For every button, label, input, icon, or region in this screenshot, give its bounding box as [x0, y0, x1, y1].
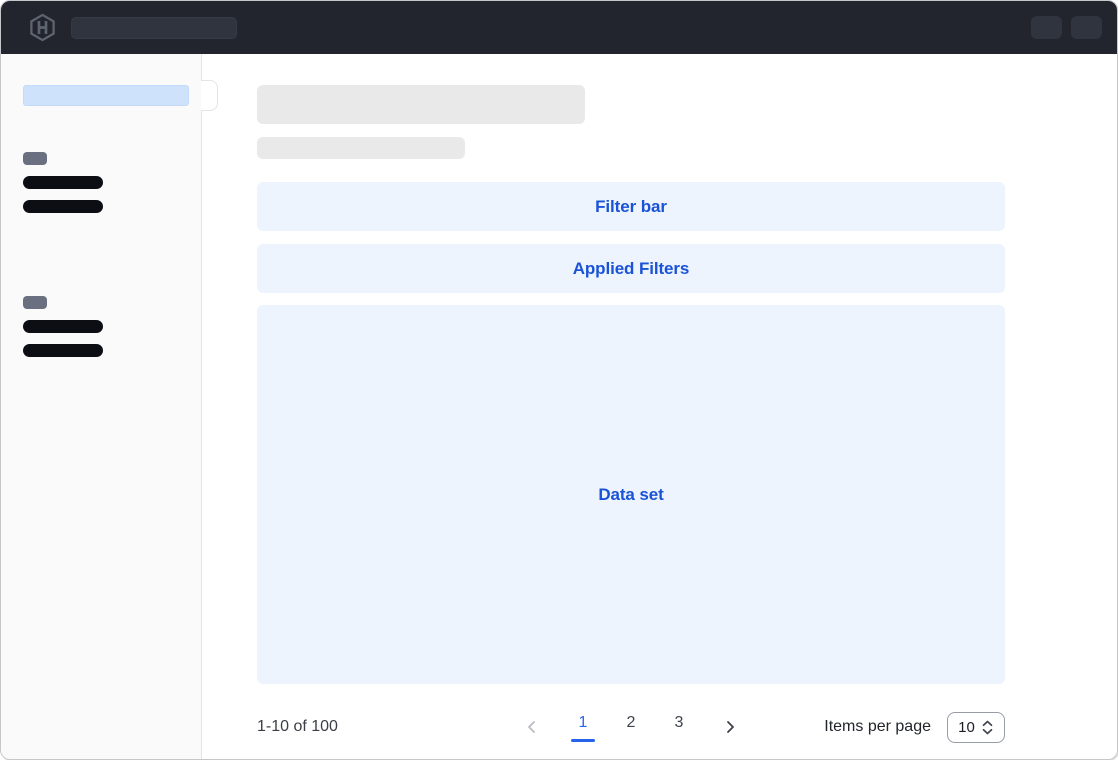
- sidebar: [1, 54, 202, 759]
- page-number: 2: [627, 713, 636, 733]
- page-title-placeholder: [257, 85, 585, 124]
- next-page-button[interactable]: [720, 717, 740, 737]
- applied-filters-region: Applied Filters: [257, 244, 1005, 293]
- sidebar-collapse-toggle[interactable]: [201, 80, 218, 111]
- page-underline: [667, 739, 691, 742]
- nav-search-placeholder[interactable]: [71, 17, 237, 39]
- top-navbar: [1, 1, 1117, 54]
- sidebar-section-title-placeholder: [23, 152, 47, 165]
- items-per-page-label: Items per page: [824, 718, 931, 736]
- hashicorp-logo-icon: [28, 13, 57, 42]
- page-button-1[interactable]: 1: [563, 713, 603, 742]
- page-subtitle-placeholder: [257, 137, 465, 159]
- filter-bar-region: Filter bar: [257, 182, 1005, 231]
- sidebar-link-placeholder[interactable]: [23, 344, 103, 357]
- page-button-3[interactable]: 3: [659, 713, 699, 742]
- previous-page-button[interactable]: [522, 717, 542, 737]
- caret-sort-icon: [981, 720, 994, 735]
- sidebar-link-placeholder[interactable]: [23, 176, 103, 189]
- main-content: Filter bar Applied Filters Data set 1-10…: [202, 54, 1117, 759]
- data-set-label: Data set: [598, 485, 663, 505]
- page-button-2[interactable]: 2: [611, 713, 651, 742]
- items-per-page-select[interactable]: 10: [947, 712, 1005, 743]
- pager: 1 2 3: [522, 713, 740, 742]
- sidebar-link-placeholder[interactable]: [23, 200, 103, 213]
- chevron-right-icon: [722, 719, 738, 735]
- sidebar-section-2: [23, 296, 201, 357]
- items-per-page-group: Items per page 10: [824, 712, 1005, 743]
- page-number: 1: [579, 713, 588, 733]
- page-number: 3: [675, 713, 684, 733]
- sidebar-section-title-placeholder: [23, 296, 47, 309]
- current-page-underline: [571, 739, 595, 742]
- nav-action-placeholder-1[interactable]: [1031, 16, 1062, 39]
- sidebar-selected-item-placeholder[interactable]: [23, 85, 189, 106]
- results-count: 1-10 of 100: [257, 718, 338, 736]
- body-row: Filter bar Applied Filters Data set 1-10…: [1, 54, 1117, 759]
- applied-filters-label: Applied Filters: [573, 259, 690, 279]
- pagination-bar: 1-10 of 100 1 2: [257, 696, 1005, 758]
- filter-bar-label: Filter bar: [595, 197, 667, 217]
- nav-action-placeholder-2[interactable]: [1071, 16, 1102, 39]
- page-underline: [619, 739, 643, 742]
- chevron-left-icon: [524, 719, 540, 735]
- sidebar-section-1: [23, 152, 201, 213]
- data-set-region: Data set: [257, 305, 1005, 684]
- sidebar-link-placeholder[interactable]: [23, 320, 103, 333]
- items-per-page-value: 10: [958, 719, 975, 736]
- app-window: Filter bar Applied Filters Data set 1-10…: [0, 0, 1118, 760]
